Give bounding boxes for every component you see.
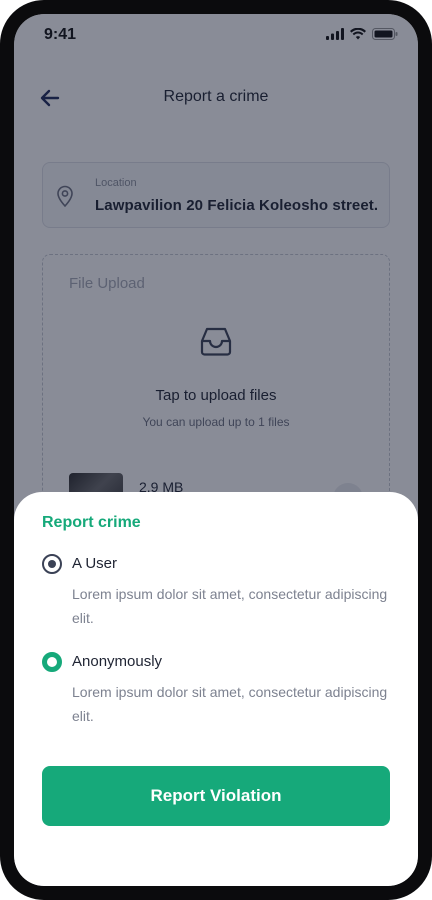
option-description: Lorem ipsum dolor sit amet, consectetur … — [72, 586, 388, 626]
radio-anonymously[interactable] — [42, 652, 62, 672]
option-description: Lorem ipsum dolor sit amet, consectetur … — [72, 684, 388, 724]
radio-a-user[interactable] — [42, 554, 62, 574]
report-violation-button[interactable]: Report Violation — [42, 766, 390, 826]
phone-frame: 9:41 — [0, 0, 432, 900]
screen: 9:41 — [14, 14, 418, 886]
option-label: A User — [72, 555, 118, 572]
sheet-title: Report crime — [42, 514, 141, 531]
report-bottom-sheet: Report crime A User Lorem ipsum dolor si… — [14, 492, 418, 886]
option-label: Anonymously — [72, 653, 163, 670]
